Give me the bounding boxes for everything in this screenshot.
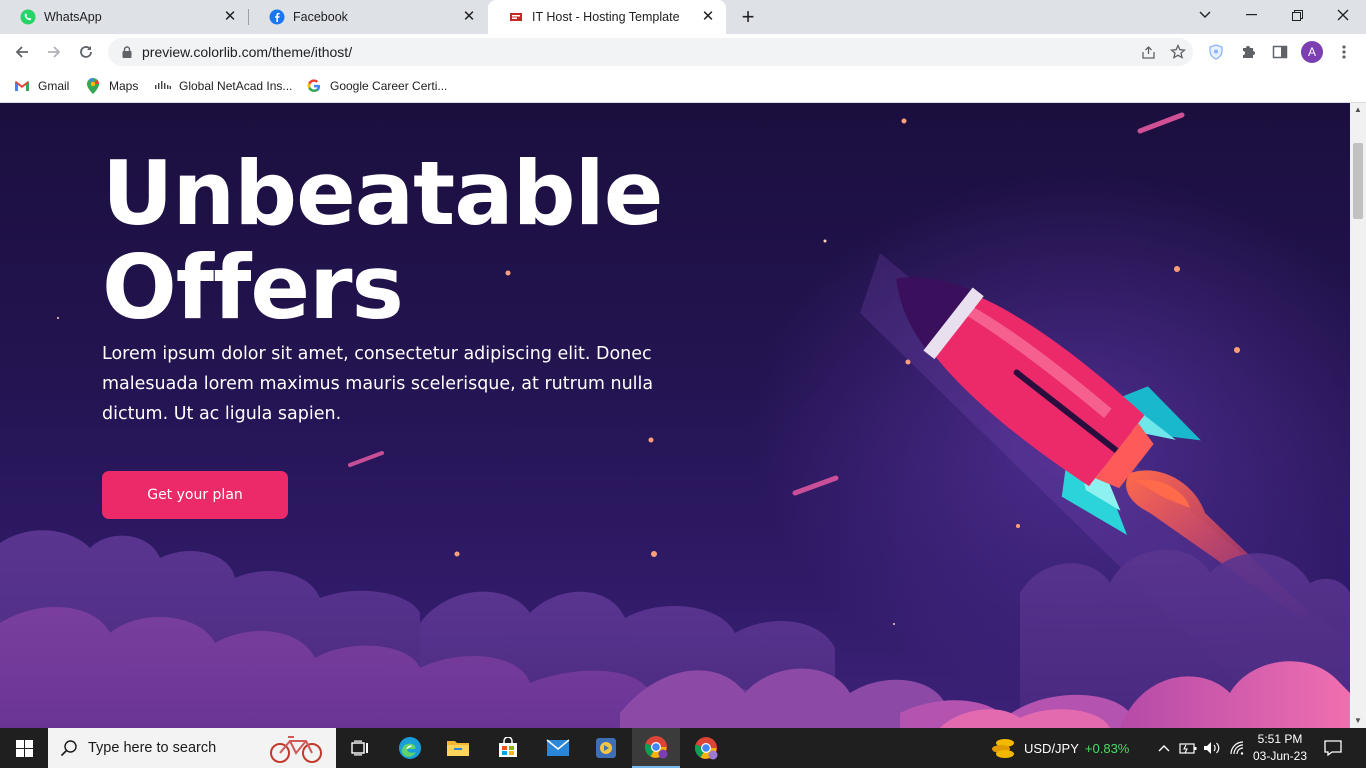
url-text[interactable]: preview.colorlib.com/theme/ithost/	[142, 44, 1133, 60]
close-tab-icon[interactable]: ✕	[222, 9, 238, 25]
bookmark-maps[interactable]: Maps	[85, 76, 138, 96]
system-clock[interactable]: 5:51 PM 03-Jun-23	[1252, 731, 1308, 765]
new-tab-button[interactable]: +	[734, 4, 762, 30]
whatsapp-icon	[20, 9, 36, 25]
google-icon	[306, 78, 322, 94]
bookmark-label: Maps	[109, 79, 139, 93]
tab-search-icon[interactable]	[1182, 0, 1228, 30]
scroll-up-icon[interactable]: ▲	[1350, 103, 1366, 117]
search-icon	[60, 740, 77, 757]
tab-whatsapp[interactable]: WhatsApp ✕	[0, 0, 248, 34]
close-tab-icon[interactable]: ✕	[461, 9, 477, 25]
ithost-favicon-icon	[508, 9, 524, 25]
ticker-symbol: USD/JPY	[1024, 740, 1079, 756]
extension-shield-icon[interactable]	[1202, 38, 1230, 66]
windows-taskbar: Type here to search USD/JPY +0.83% 5:51 …	[0, 728, 1366, 768]
forward-icon[interactable]	[40, 38, 68, 66]
minimize-icon[interactable]	[1228, 0, 1274, 30]
chrome-icon[interactable]	[632, 728, 680, 768]
tab-title: IT Host - Hosting Template	[532, 10, 680, 24]
battery-icon[interactable]	[1177, 728, 1199, 768]
store-icon[interactable]	[484, 728, 532, 768]
chrome-profile-icon[interactable]	[682, 728, 730, 768]
ticker-change: +0.83%	[1084, 740, 1130, 756]
cisco-icon	[155, 78, 171, 94]
bookmark-netacad[interactable]: Global NetAcad Ins...	[155, 76, 292, 96]
mail-icon[interactable]	[534, 728, 582, 768]
tab-strip: WhatsApp ✕ Facebook ✕ IT Host - Hosting …	[0, 0, 1366, 34]
bookmarks-bar: Gmail Maps Global NetAcad Ins... Google …	[0, 70, 1366, 103]
browser-toolbar: preview.colorlib.com/theme/ithost/ A	[0, 34, 1366, 70]
bookmark-google-career[interactable]: Google Career Certi...	[306, 76, 447, 96]
bookmark-label: Google Career Certi...	[330, 79, 448, 93]
windows-start-icon[interactable]	[0, 728, 48, 768]
search-placeholder: Type here to search	[88, 740, 217, 756]
bookmark-gmail[interactable]: Gmail	[14, 76, 69, 96]
maps-pin-icon	[85, 78, 101, 94]
clock-time: 5:51 PM	[1257, 732, 1303, 746]
tab-ithost[interactable]: IT Host - Hosting Template ✕	[488, 0, 726, 34]
side-panel-icon[interactable]	[1266, 38, 1294, 66]
tab-title: Facebook	[293, 10, 348, 24]
profile-avatar[interactable]: A	[1301, 41, 1323, 63]
hero-title-line2: Offers	[102, 236, 404, 339]
clock-date: 03-Jun-23	[1252, 749, 1308, 763]
file-explorer-icon[interactable]	[434, 728, 482, 768]
bookmark-label: Gmail	[38, 79, 70, 93]
get-plan-button[interactable]: Get your plan	[102, 471, 288, 519]
bookmark-label: Global NetAcad Ins...	[179, 79, 293, 93]
wifi-icon[interactable]	[1226, 728, 1248, 768]
back-icon[interactable]	[8, 38, 36, 66]
hero-title: Unbeatable Offers	[102, 147, 742, 335]
close-tab-icon[interactable]: ✕	[700, 9, 716, 25]
lock-icon[interactable]	[120, 45, 134, 59]
task-view-icon[interactable]	[336, 728, 384, 768]
taskbar-search[interactable]: Type here to search	[48, 728, 336, 768]
gmail-icon	[14, 78, 30, 94]
restore-icon[interactable]	[1274, 0, 1320, 30]
reload-icon[interactable]	[72, 38, 100, 66]
page-viewport: Unbeatable Offers Lorem ipsum dolor sit …	[0, 103, 1350, 728]
bicycle-icon	[270, 736, 322, 763]
puzzle-extensions-icon[interactable]	[1234, 38, 1262, 66]
tab-facebook[interactable]: Facebook ✕	[249, 0, 487, 34]
currency-ticker[interactable]: USD/JPY +0.83%	[990, 728, 1129, 768]
chevron-up-icon[interactable]	[1154, 728, 1174, 768]
page-scrollbar[interactable]: ▲ ▼	[1350, 103, 1366, 728]
edge-icon[interactable]	[386, 728, 434, 768]
bookmark-star-icon[interactable]	[1163, 38, 1193, 66]
speaker-icon[interactable]	[1201, 728, 1223, 768]
share-icon[interactable]	[1133, 38, 1163, 66]
currency-coins-icon	[992, 739, 1014, 758]
scrollbar-thumb[interactable]	[1353, 143, 1363, 219]
media-player-icon[interactable]	[582, 728, 630, 768]
scroll-down-icon[interactable]: ▼	[1350, 714, 1366, 728]
notification-icon[interactable]	[1318, 728, 1348, 768]
tab-title: WhatsApp	[44, 10, 102, 24]
hero-title-line1: Unbeatable	[102, 142, 663, 245]
facebook-icon	[269, 9, 285, 25]
address-bar[interactable]: preview.colorlib.com/theme/ithost/	[108, 38, 1193, 66]
hero-description: Lorem ipsum dolor sit amet, consectetur …	[102, 344, 654, 424]
menu-kebab-icon[interactable]	[1330, 38, 1358, 66]
close-window-icon[interactable]	[1320, 0, 1366, 30]
